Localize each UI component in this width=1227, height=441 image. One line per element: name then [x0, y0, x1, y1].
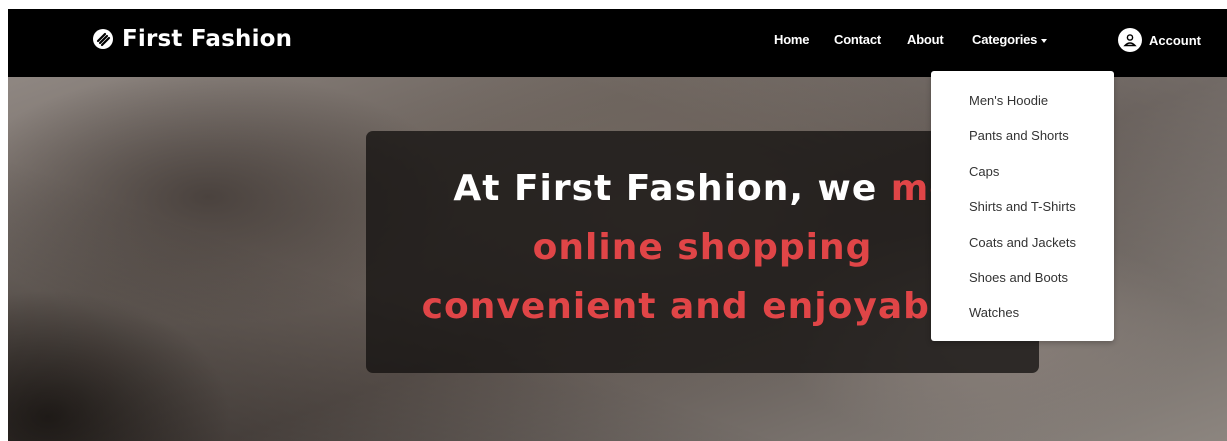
- brand[interactable]: First Fashion: [92, 26, 292, 52]
- nav-categories-label: Categories: [972, 32, 1038, 47]
- user-icon: [1118, 28, 1142, 52]
- nav-categories-toggle[interactable]: Categories: [972, 32, 1048, 47]
- dropdown-item-caps[interactable]: Caps: [969, 164, 999, 179]
- nav-home-link[interactable]: Home: [774, 32, 810, 47]
- dropdown-item-shoes-and-boots[interactable]: Shoes and Boots: [969, 270, 1068, 285]
- dropdown-item-watches[interactable]: Watches: [969, 305, 1019, 320]
- dropdown-item-pants-and-shorts[interactable]: Pants and Shorts: [969, 128, 1069, 143]
- account-button[interactable]: Account: [1118, 28, 1201, 52]
- dropdown-item-mens-hoodie[interactable]: Men's Hoodie: [969, 93, 1048, 108]
- nav-about-link[interactable]: About: [907, 32, 944, 47]
- categories-dropdown-menu: Men's Hoodie Pants and Shorts Caps Shirt…: [931, 71, 1114, 341]
- account-label: Account: [1149, 32, 1201, 48]
- dropdown-item-coats-and-jackets[interactable]: Coats and Jackets: [969, 235, 1076, 250]
- logo-icon: [92, 28, 114, 50]
- page-frame: First Fashion Home Contact About Categor…: [8, 9, 1227, 441]
- hero-line-1-white: At First Fashion, we: [453, 168, 891, 209]
- nav-contact-link[interactable]: Contact: [834, 32, 881, 47]
- navbar: First Fashion Home Contact About Categor…: [8, 9, 1227, 77]
- dropdown-item-shirts-and-tshirts[interactable]: Shirts and T-Shirts: [969, 199, 1076, 214]
- brand-name: First Fashion: [122, 26, 293, 52]
- caret-down-icon: [1041, 38, 1048, 43]
